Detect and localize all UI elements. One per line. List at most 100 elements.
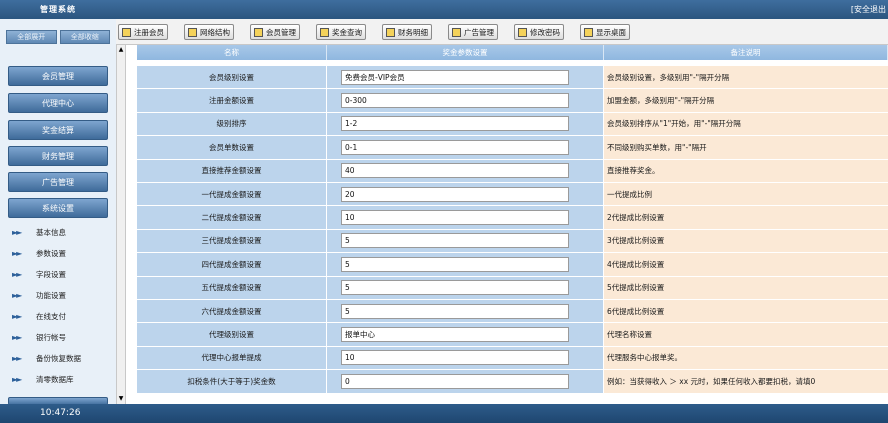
menu-system-settings[interactable]: 系统设置 <box>8 198 108 218</box>
submenu-item[interactable]: ►► 备份恢复数据 <box>12 351 81 365</box>
submenu-item[interactable]: ►► 银行帐号 <box>12 330 66 344</box>
network-structure-button[interactable]: 网络结构 <box>184 24 234 40</box>
setting-value-input[interactable] <box>341 93 569 109</box>
setting-name: 代理级别设置 <box>137 323 327 346</box>
double-arrow-icon: ►► <box>12 311 22 321</box>
double-arrow-icon: ►► <box>12 332 22 342</box>
setting-note: 5代提成比例设置 <box>604 276 888 299</box>
table-row: 级别排序 会员级别排序从"1"开始，用"-"隔开分隔 <box>137 112 888 137</box>
setting-value-input[interactable] <box>341 233 569 249</box>
setting-name: 四代提成金额设置 <box>137 253 327 276</box>
table-row: 代理中心报单提成 代理服务中心报单奖。 <box>137 346 888 371</box>
submenu-item[interactable]: ►► 清零数据库 <box>12 372 74 386</box>
menu-bonus-settlement[interactable]: 奖金结算 <box>8 120 108 140</box>
setting-name: 代理中心报单提成 <box>137 346 327 370</box>
setting-note: 加盟金额，多级别用"-"隔开分隔 <box>604 89 888 112</box>
network-icon <box>188 27 197 37</box>
setting-value-input[interactable] <box>341 210 569 226</box>
submenu-item[interactable]: ►► 基本信息 <box>12 225 66 239</box>
finance-details-button[interactable]: 财务明细 <box>382 24 432 40</box>
header-note: 备注说明 <box>604 45 888 60</box>
menu-agent-center[interactable]: 代理中心 <box>8 93 108 113</box>
setting-note: 3代提成比例设置 <box>604 229 888 253</box>
clock: 10:47:26 <box>40 408 81 418</box>
setting-note: 一代提成比例 <box>604 183 888 206</box>
setting-note: 直接推荐奖金。 <box>604 159 888 182</box>
setting-value-input[interactable] <box>341 280 569 296</box>
table-row: 五代提成金额设置 5代提成比例设置 <box>137 276 888 300</box>
show-desktop-button[interactable]: 显示桌面 <box>580 24 630 40</box>
table-row: 会员单数设置 不同级别购买单数，用"-"隔开 <box>137 136 888 160</box>
change-password-button[interactable]: 修改密码 <box>514 24 564 40</box>
register-member-button[interactable]: 注册会员 <box>118 24 168 40</box>
setting-name: 六代提成金额设置 <box>137 300 327 323</box>
submenu-item[interactable]: ►► 功能设置 <box>12 288 66 302</box>
expand-all-button[interactable]: 全部展开 <box>6 30 57 44</box>
bonus-icon <box>320 27 329 37</box>
header-name: 名称 <box>137 45 327 60</box>
finance-icon <box>386 27 395 37</box>
double-arrow-icon: ►► <box>12 353 22 363</box>
setting-note: 会员级别排序从"1"开始，用"-"隔开分隔 <box>604 112 888 136</box>
setting-value-input[interactable] <box>341 69 569 85</box>
expand-collapse-group: 全部展开 全部收缩 <box>6 30 110 44</box>
setting-name: 注册金额设置 <box>137 89 327 112</box>
submenu-item[interactable]: ►► 在线支付 <box>12 309 66 323</box>
setting-value-input[interactable] <box>341 303 569 319</box>
member-management-button[interactable]: 会员管理 <box>250 24 300 40</box>
table-row: 会员级别设置 会员级别设置，多级别用"-"隔开分隔 <box>137 66 888 90</box>
menu-ads[interactable]: 广告管理 <box>8 172 108 192</box>
setting-note: 代理服务中心报单奖。 <box>604 346 888 370</box>
scroll-up-arrow-icon[interactable]: ▲ <box>117 45 125 55</box>
setting-name: 二代提成金额设置 <box>137 206 327 229</box>
double-arrow-icon: ►► <box>12 227 22 237</box>
submenu-item[interactable]: ►► 参数设置 <box>12 246 66 260</box>
table-row: 代理级别设置 代理名称设置 <box>137 323 888 347</box>
menu-finance[interactable]: 财务管理 <box>8 146 108 166</box>
double-arrow-icon: ►► <box>12 374 22 384</box>
table-row: 四代提成金额设置 4代提成比例设置 <box>137 253 888 277</box>
setting-value-input[interactable] <box>341 116 569 132</box>
members-icon <box>254 27 263 37</box>
header-value: 奖金参数设置 <box>327 45 604 60</box>
double-arrow-icon: ►► <box>12 248 22 258</box>
setting-value-input[interactable] <box>341 373 569 389</box>
table-row: 直接推荐金额设置 直接推荐奖金。 <box>137 159 888 183</box>
setting-name: 一代提成金额设置 <box>137 183 327 206</box>
table-row: 一代提成金额设置 一代提成比例 <box>137 183 888 207</box>
setting-value-input[interactable] <box>341 163 569 179</box>
table-row: 二代提成金额设置 2代提成比例设置 <box>137 206 888 230</box>
submenu-item[interactable]: ►► 字段设置 <box>12 267 66 281</box>
setting-name: 三代提成金额设置 <box>137 229 327 253</box>
key-icon <box>518 27 527 37</box>
toolbar: 注册会员 网络结构 会员管理 奖金查询 财务明细 广告管理 修改密码 显示桌面 <box>116 19 888 45</box>
table-row: 六代提成金额设置 6代提成比例设置 <box>137 300 888 324</box>
settings-panel: 名称 奖金参数设置 备注说明 会员级别设置 会员级别设置，多级别用"-"隔开分隔… <box>127 45 888 404</box>
ad-management-button[interactable]: 广告管理 <box>448 24 498 40</box>
setting-name: 五代提成金额设置 <box>137 276 327 299</box>
scroll-down-arrow-icon[interactable]: ▼ <box>117 394 125 404</box>
setting-name: 级别排序 <box>137 112 327 136</box>
table-row: 扣税条件(大于等于)奖金数 例如：当获得收入 ＞ xx 元时，如果任何收入都要扣… <box>137 370 888 394</box>
setting-value-input[interactable] <box>341 139 569 155</box>
ads-icon <box>452 27 461 37</box>
setting-note: 4代提成比例设置 <box>604 253 888 276</box>
setting-note: 代理名称设置 <box>604 323 888 346</box>
table-row: 注册金额设置 加盟金额，多级别用"-"隔开分隔 <box>137 89 888 113</box>
collapse-all-button[interactable]: 全部收缩 <box>59 30 110 44</box>
setting-note: 6代提成比例设置 <box>604 300 888 323</box>
app-title: 管理系统 <box>40 5 76 14</box>
register-icon <box>122 27 131 37</box>
setting-value-input[interactable] <box>341 350 569 366</box>
bonus-query-button[interactable]: 奖金查询 <box>316 24 366 40</box>
setting-name: 扣税条件(大于等于)奖金数 <box>137 370 327 393</box>
status-bar: 10:47:26 <box>0 404 888 423</box>
setting-note: 会员级别设置，多级别用"-"隔开分隔 <box>604 66 888 89</box>
setting-value-input[interactable] <box>341 256 569 272</box>
vertical-scrollbar[interactable]: ▲ ▼ <box>116 45 126 404</box>
setting-value-input[interactable] <box>341 186 569 202</box>
menu-member-management[interactable]: 会员管理 <box>8 66 108 86</box>
setting-value-input[interactable] <box>341 327 569 343</box>
logout-link[interactable]: [安全退出 <box>851 4 886 15</box>
setting-name: 会员级别设置 <box>137 66 327 89</box>
